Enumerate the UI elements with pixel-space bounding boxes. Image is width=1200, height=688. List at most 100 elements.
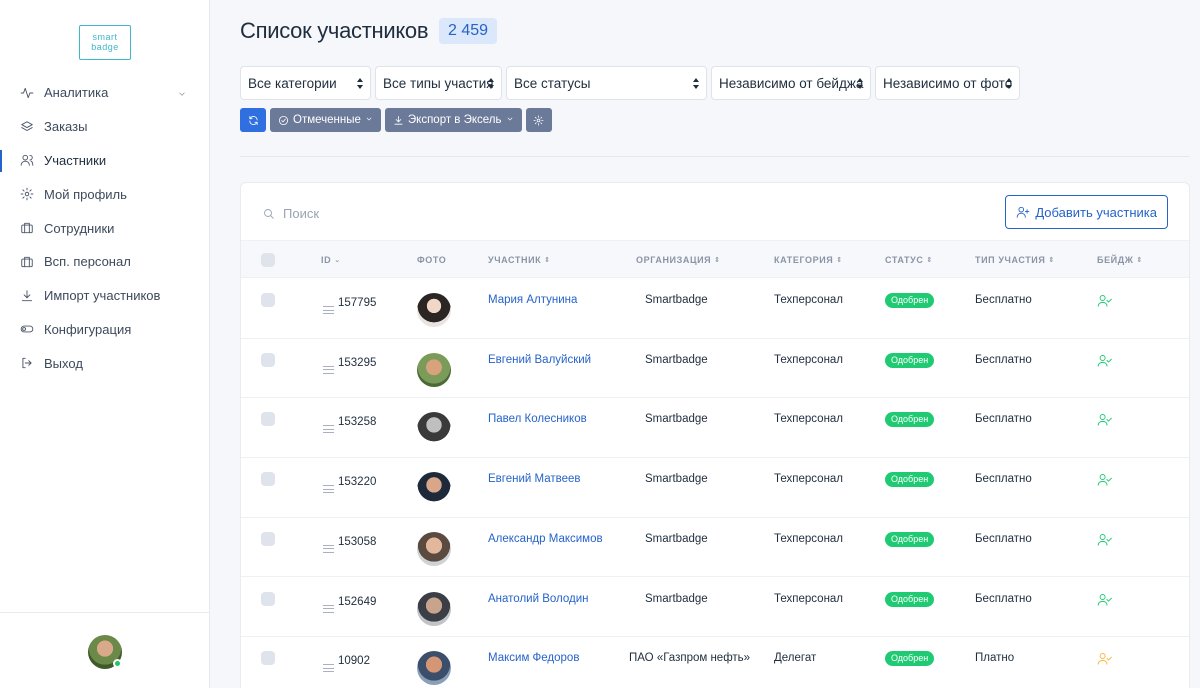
drag-handle-icon[interactable] [323,306,334,314]
status-badge: Одобрен [885,352,935,368]
toggle-icon [20,322,34,336]
participation-type: Бесплатно [975,473,1032,486]
participant-name-link[interactable]: Павел Колесников [488,413,587,425]
filter-select-2[interactable]: Все типы участия [375,66,502,100]
marked-dropdown-button[interactable]: Отмеченные [270,108,381,132]
user-check-icon[interactable] [1097,413,1112,426]
table-row[interactable]: 153058 Александр Максимов Smartbadge Техпер… [241,518,1189,578]
smartbadge-logo[interactable]: smart badge [79,25,131,60]
sort-icon[interactable]: ⇕ [714,242,720,280]
chevron-down-icon [507,117,512,121]
user-check-icon[interactable] [1097,593,1112,606]
sidebar-item-label: Сотрудники [44,220,115,236]
participant-name-link[interactable]: Александр Максимов [488,533,603,545]
row-checkbox[interactable] [261,293,275,307]
sort-icon[interactable]: ⇕ [926,242,932,280]
sort-icon[interactable]: ⇕ [544,242,550,280]
drag-handle-icon[interactable] [323,485,334,494]
participant-photo[interactable] [417,352,451,387]
participation-type: Бесплатно [975,353,1032,366]
participant-photo[interactable] [417,591,451,626]
participant-name-link[interactable]: Максим Федоров [488,652,579,664]
search-input[interactable] [283,201,683,225]
gear-icon [533,115,544,125]
sidebar-footer [0,612,209,688]
participant-name-link[interactable]: Мария Алтунина [488,294,577,306]
sort-icon[interactable]: ⇕ [1137,242,1143,280]
sidebar-item-1[interactable]: Аналитика [0,76,209,110]
gear-icon [20,187,34,201]
column-header-id[interactable]: ID ⌄ [321,241,341,279]
sidebar-item-2[interactable]: Заказы [0,110,209,144]
add-participant-button[interactable]: Добавить участника [1005,195,1168,229]
user-check-icon[interactable] [1097,354,1112,367]
row-checkbox[interactable] [261,412,275,427]
participant-photo[interactable] [417,472,451,507]
participant-photo[interactable] [417,651,451,686]
drag-handle-icon[interactable] [323,365,334,374]
drag-handle-icon[interactable] [323,544,334,553]
participant-id: 153258 [338,416,377,429]
sidebar-item-3[interactable]: Участники [0,144,209,178]
participant-id: 153058 [338,535,377,548]
filter-select-3[interactable]: Все статусы [506,66,707,100]
sort-icon[interactable]: ⇕ [1048,242,1054,280]
refresh-icon [248,115,258,125]
table-row[interactable]: 10902 Максим Федоров ПАО «Газпром нефть» Де… [241,637,1189,688]
sidebar-item-8[interactable]: Конфигурация [0,313,209,347]
user-check-icon[interactable] [1097,473,1112,486]
column-header-participant[interactable]: УЧАСТНИК ⇕ [488,241,551,279]
drag-handle-icon[interactable] [323,425,334,434]
filter-select-5[interactable]: Независимо от фото [875,66,1020,100]
row-checkbox[interactable] [261,531,275,546]
table-row[interactable]: 152649 Анатолий Володин Smartbadge Техперсо… [241,578,1189,638]
participant-photo[interactable] [417,531,451,566]
sidebar-item-label: Аналитика [44,85,109,101]
table-settings-button[interactable] [525,108,552,132]
status-badge: Одобрен [885,412,935,428]
row-checkbox[interactable] [261,352,275,367]
sidebar: smart badge Аналитика Заказы Участники Мой … [0,0,210,688]
sidebar-item-5[interactable]: Сотрудники [0,211,209,245]
refresh-button[interactable] [240,108,266,132]
row-checkbox[interactable] [261,472,275,487]
participant-name-link[interactable]: Анатолий Володин [488,593,588,605]
export-excel-button[interactable]: Экспорт в Эксель [384,108,522,132]
sidebar-item-4[interactable]: Мой профиль [0,177,209,211]
drag-handle-icon[interactable] [323,604,334,613]
column-header-organization[interactable]: ОРГАНИЗАЦИЯ ⇕ [636,241,721,279]
participant-name-link[interactable]: Евгений Матвеев [488,473,581,485]
table-row[interactable]: 153295 Евгений Валуйский Smartbadge Техперс… [241,339,1189,399]
user-check-icon[interactable] [1097,652,1112,665]
sidebar-item-6[interactable]: Всп. персонал [0,245,209,279]
sort-icon[interactable]: ⌄ [334,242,340,280]
table-row[interactable]: 157795 Мария Алтунина Smartbadge Техперсона… [241,279,1189,339]
drag-handle-icon[interactable] [323,664,334,673]
column-header-badge[interactable]: БЕЙДЖ ⇕ [1097,241,1143,279]
category: Техперсонал [774,592,844,605]
status-badge: Одобрен [885,472,935,488]
chevron-down-icon[interactable] [177,87,187,97]
column-header-participation-type[interactable]: ТИП УЧАСТИЯ ⇕ [975,241,1055,279]
filter-select-1[interactable]: Все категории [240,66,371,100]
category: Техперсонал [774,294,844,306]
filter-select-4[interactable]: Независимо от бейджа [711,66,871,100]
row-checkbox[interactable] [261,651,275,666]
sort-icon[interactable]: ⇕ [836,242,842,280]
table-row[interactable]: 153258 Павел Колесников Smartbadge Техперсо… [241,398,1189,459]
participant-id: 10902 [338,655,370,668]
participation-type: Платно [975,652,1015,665]
column-header-category[interactable]: КАТЕГОРИЯ ⇕ [774,241,843,279]
sidebar-item-9[interactable]: Выход [0,346,209,380]
participant-photo[interactable] [417,293,451,327]
table-row[interactable]: 153220 Евгений Матвеев Smartbadge Техперсон… [241,458,1189,518]
column-header-status[interactable]: СТАТУС ⇕ [885,241,933,279]
category: Делегат [774,652,817,665]
sidebar-item-7[interactable]: Импорт участников [0,279,209,313]
user-check-icon[interactable] [1097,294,1112,307]
row-checkbox[interactable] [261,591,275,606]
participant-photo[interactable] [417,412,451,447]
participant-name-link[interactable]: Евгений Валуйский [488,354,591,366]
select-all-checkbox[interactable] [261,253,275,267]
user-check-icon[interactable] [1097,533,1112,546]
